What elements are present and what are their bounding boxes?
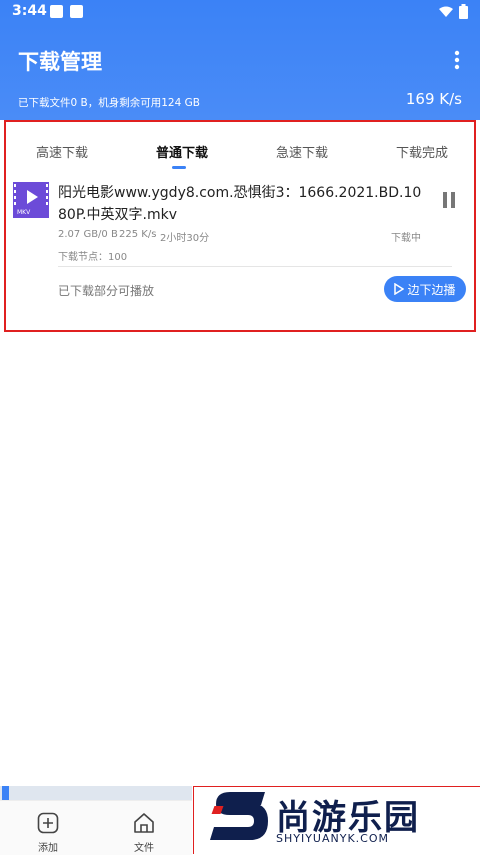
notification-icon (70, 5, 83, 18)
more-options-icon[interactable] (454, 50, 460, 70)
nav-files[interactable]: 文件 (124, 812, 164, 854)
progress-strip-fill (2, 786, 9, 800)
header: 3:44 下载管理 已下载文件0 B，机身剩余可用124 GB 169 K/s (0, 0, 480, 120)
progress-strip (0, 786, 192, 800)
add-icon (37, 812, 59, 834)
nav-files-label: 文件 (134, 843, 154, 854)
status-bar: 3:44 (0, 0, 480, 24)
battery-icon (459, 4, 468, 19)
storage-info: 已下载文件0 B，机身剩余可用124 GB (18, 97, 200, 109)
total-speed: 169 K/s (405, 90, 462, 108)
wifi-icon (439, 6, 453, 17)
watermark-logo-icon (210, 792, 268, 840)
notification-icon (50, 5, 63, 18)
status-time: 3:44 (12, 3, 47, 19)
nav-add-label: 添加 (38, 843, 58, 854)
highlight-frame (4, 120, 476, 332)
watermark-url: SHYIYUANYK.COM (276, 832, 389, 845)
nav-add[interactable]: 添加 (28, 812, 68, 854)
page-title: 下载管理 (18, 50, 102, 74)
home-icon (134, 813, 154, 833)
